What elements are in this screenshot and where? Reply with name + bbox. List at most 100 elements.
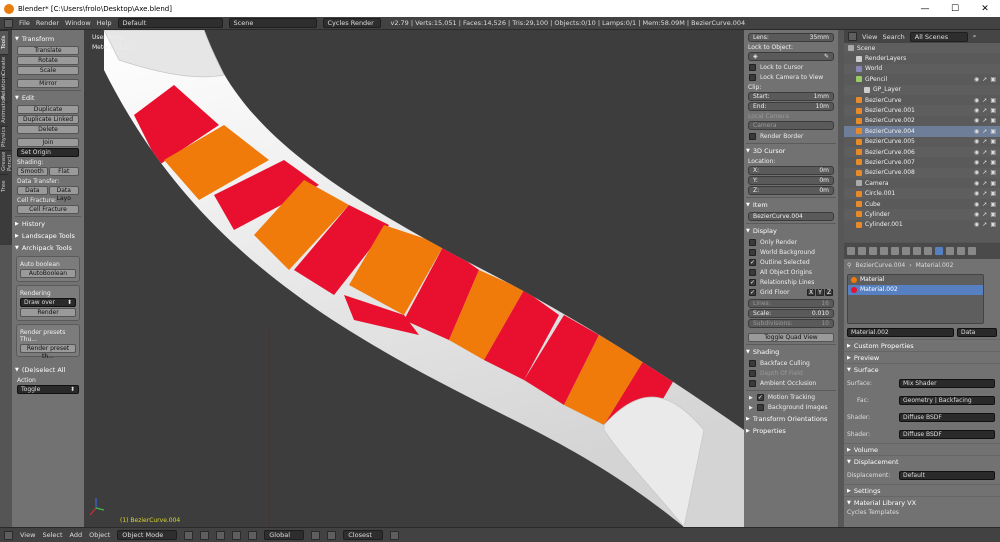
landscape-tools-header[interactable]: ▶ Landscape Tools: [15, 231, 81, 241]
eye-icon[interactable]: ◉: [974, 138, 979, 145]
outliner-view-menu[interactable]: View: [862, 33, 877, 41]
cursor-icon[interactable]: ➚: [982, 180, 987, 187]
axis-x-toggle[interactable]: X: [807, 289, 815, 296]
camera-render-icon[interactable]: ▣: [990, 159, 996, 166]
particles-tab-icon[interactable]: [957, 247, 965, 255]
outliner-row[interactable]: RenderLayers: [844, 53, 1000, 63]
depth-of-field-check[interactable]: Depth Of Field: [749, 370, 833, 377]
displacement-select[interactable]: Default: [899, 471, 995, 480]
display-header[interactable]: ▼ Display: [746, 226, 836, 236]
3d-cursor-header[interactable]: ▼ 3D Cursor: [746, 146, 836, 156]
data-button[interactable]: Data: [17, 186, 48, 195]
cursor-z-field[interactable]: Z: 0m: [748, 186, 834, 195]
modifiers-tab-icon[interactable]: [913, 247, 921, 255]
axis-y-toggle[interactable]: Y: [816, 289, 824, 296]
outliner-row[interactable]: BezierCurve.008 ◉ ➚ ▣: [844, 167, 1000, 179]
surface-header[interactable]: ▼ Surface: [844, 363, 1000, 375]
eye-icon[interactable]: ◉: [974, 149, 979, 156]
render-preset-button[interactable]: Render preset th...: [20, 344, 76, 360]
lens-field[interactable]: Lens: 35mm: [748, 33, 834, 42]
eye-icon[interactable]: ◉: [974, 201, 979, 208]
display-mode-select[interactable]: All Scenes: [909, 31, 968, 42]
eye-icon[interactable]: ◉: [974, 159, 979, 166]
material-slot[interactable]: Material: [848, 275, 983, 285]
layers-icon[interactable]: [311, 530, 321, 540]
clip-start-field[interactable]: Start: 1mm: [748, 92, 834, 101]
outliner-row[interactable]: Cube ◉ ➚ ▣: [844, 199, 1000, 209]
background-images-header[interactable]: ▶ Background Images: [749, 404, 833, 411]
outliner-row[interactable]: BezierCurve.001 ◉ ➚ ▣: [844, 105, 1000, 116]
camera-render-icon[interactable]: ▣: [990, 76, 996, 83]
edit-panel-header[interactable]: ▼ Edit: [15, 93, 81, 103]
relationship-lines-check[interactable]: Relationship Lines: [749, 279, 833, 286]
grid-lines-field[interactable]: Lines: 16: [748, 299, 834, 308]
camera-render-icon[interactable]: ▣: [990, 138, 996, 145]
render-button[interactable]: Render: [20, 308, 76, 317]
outliner-row[interactable]: World: [844, 63, 1000, 75]
camera-render-icon[interactable]: ▣: [990, 97, 996, 104]
custom-properties-header[interactable]: ▶ Custom Properties: [844, 339, 1000, 351]
camera-render-icon[interactable]: ▣: [990, 190, 996, 197]
physics-tab-icon[interactable]: [968, 247, 976, 255]
tab-tree[interactable]: Tree: [0, 174, 8, 198]
cursor-icon[interactable]: ➚: [982, 76, 987, 83]
ambient-occlusion-check[interactable]: Ambient Occlusion: [749, 380, 833, 387]
outliner-row[interactable]: Cylinder.001 ◉ ➚ ▣: [844, 220, 1000, 230]
shader1-select[interactable]: Diffuse BSDF: [899, 413, 995, 422]
menu-render[interactable]: Render: [36, 19, 59, 27]
outliner-row[interactable]: BezierCurve.007 ◉ ➚ ▣: [844, 157, 1000, 167]
transform-panel-header[interactable]: ▼ Transform: [15, 34, 81, 44]
eye-icon[interactable]: ◉: [974, 190, 979, 197]
outliner-row[interactable]: GP_Layer: [844, 84, 1000, 95]
cell-fracture-button[interactable]: Cell Fracture: [17, 205, 79, 214]
history-panel-header[interactable]: ▶ History: [15, 219, 81, 229]
snap-icon[interactable]: [327, 530, 337, 540]
material-tab-icon[interactable]: [935, 247, 943, 255]
camera-render-icon[interactable]: ▣: [990, 169, 996, 176]
eye-icon[interactable]: ◉: [974, 221, 979, 228]
archipack-tools-header[interactable]: ▼ Archipack Tools: [15, 243, 81, 253]
fac-input-select[interactable]: Geometry | Backfacing: [899, 396, 995, 405]
smooth-button[interactable]: Smooth: [17, 167, 48, 176]
outliner-row[interactable]: Cylinder ◉ ➚ ▣: [844, 209, 1000, 220]
viewport-scene[interactable]: [84, 30, 744, 527]
menu-window[interactable]: Window: [65, 19, 91, 27]
grid-scale-field[interactable]: Scale: 0.010: [748, 309, 834, 318]
clip-end-field[interactable]: End: 10m: [748, 102, 834, 111]
constraints-tab-icon[interactable]: [902, 247, 910, 255]
flat-button[interactable]: Flat: [48, 167, 79, 176]
set-origin-select[interactable]: Set Origin: [17, 148, 79, 157]
cursor-icon[interactable]: ➚: [982, 211, 987, 218]
pivot-point-icon[interactable]: [200, 530, 210, 540]
properties-header[interactable]: ▶ Properties: [746, 426, 836, 436]
settings-header[interactable]: ▶ Settings: [844, 484, 1000, 496]
editor-type-icon[interactable]: [4, 18, 13, 28]
cursor-icon[interactable]: ➚: [982, 97, 987, 104]
world-tab-icon[interactable]: [880, 247, 888, 255]
world-background-check[interactable]: World Background: [749, 249, 833, 256]
surface-shader-select[interactable]: Mix Shader: [899, 379, 995, 388]
orientation-select[interactable]: Global: [264, 530, 305, 540]
toggle-quad-view-button[interactable]: Toggle Quad View: [748, 333, 834, 342]
material-link-select[interactable]: Data: [957, 328, 997, 337]
delete-button[interactable]: Delete: [17, 125, 79, 134]
material-datablock-select[interactable]: Material.002: [847, 328, 954, 337]
volume-header[interactable]: ▶ Volume: [844, 443, 1000, 455]
rotate-button[interactable]: Rotate: [17, 56, 79, 65]
material-slot-selected[interactable]: Material.002: [848, 285, 983, 295]
rotate-manipulator-icon[interactable]: [248, 530, 258, 540]
material-library-header[interactable]: ▼ Material Library VX: [844, 496, 1000, 508]
render-tab-icon[interactable]: [847, 247, 855, 255]
scene-tab-icon[interactable]: [869, 247, 877, 255]
cursor-icon[interactable]: ➚: [982, 117, 987, 124]
axis-z-toggle[interactable]: Z: [825, 289, 833, 296]
item-header[interactable]: ▼ Item: [746, 200, 836, 210]
mirror-button[interactable]: Mirror: [17, 79, 79, 88]
scene-select[interactable]: Scene: [228, 18, 317, 28]
duplicate-linked-button[interactable]: Duplicate Linked: [17, 115, 79, 124]
outliner-search-menu[interactable]: Search: [882, 33, 904, 41]
eye-icon[interactable]: ◉: [974, 128, 979, 135]
eye-icon[interactable]: ◉: [974, 107, 979, 114]
eye-icon[interactable]: ◉: [974, 76, 979, 83]
mode-select[interactable]: Object Mode: [117, 530, 178, 540]
